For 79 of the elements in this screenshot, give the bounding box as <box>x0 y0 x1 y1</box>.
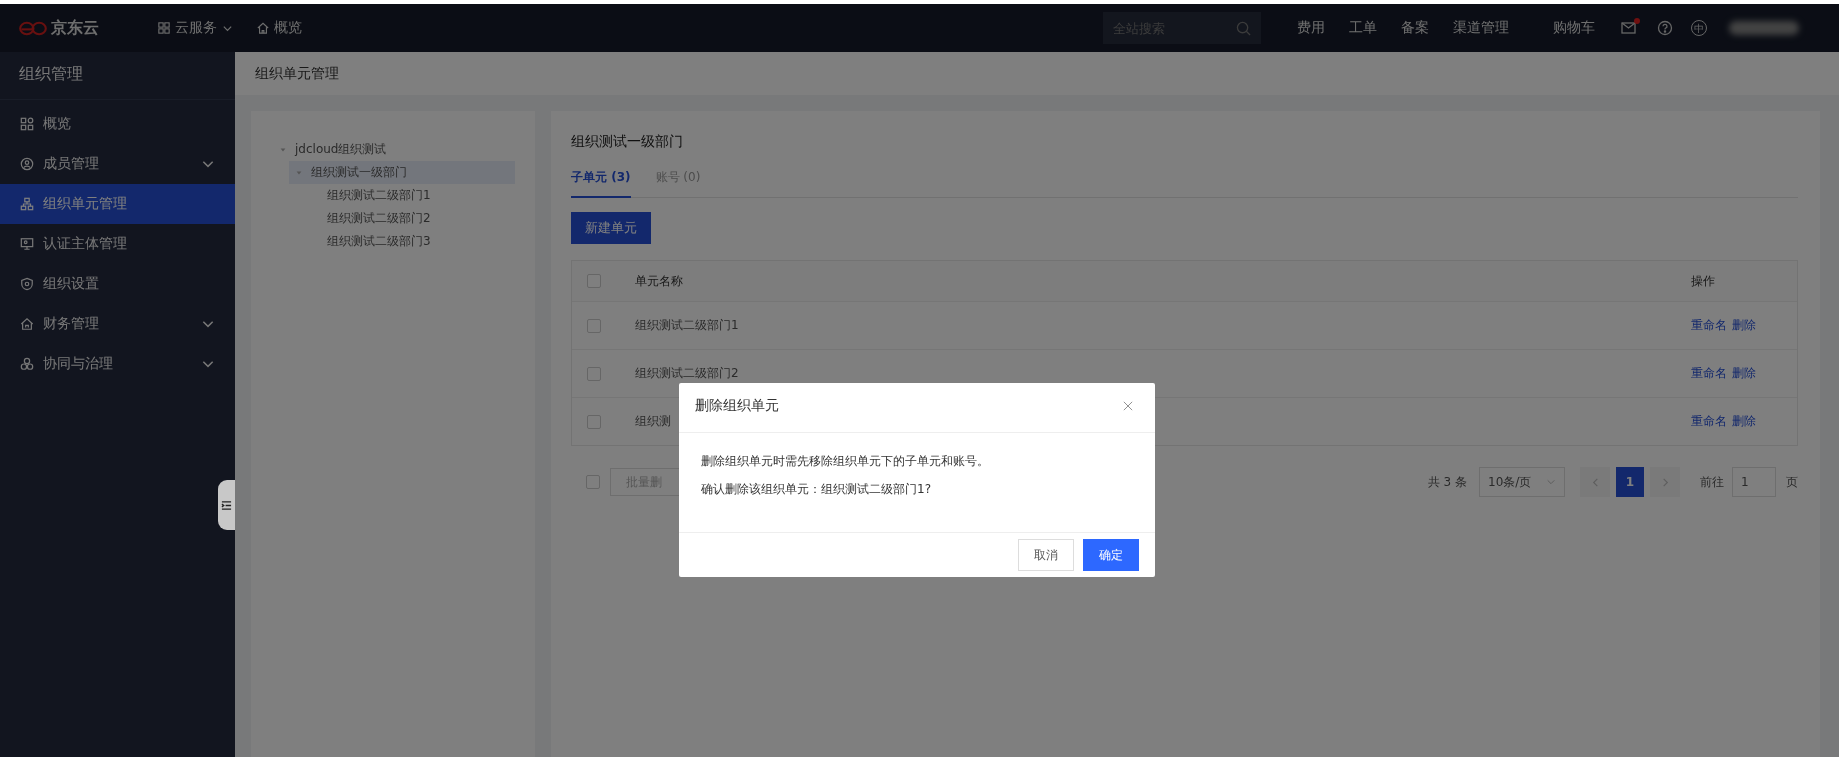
top-link[interactable]: 渠道管理 <box>1453 19 1509 37</box>
column-header: 操作 <box>1691 272 1716 290</box>
monitor-icon <box>20 237 34 251</box>
sidebar-label[interactable]: 组织设置 <box>43 275 215 293</box>
sidebar-item[interactable]: 成员管理 <box>0 144 235 184</box>
logo-icon <box>18 19 48 37</box>
goto-label: 前往 <box>1700 473 1724 491</box>
grid-icon[interactable] <box>158 22 170 34</box>
shield-icon <box>20 277 34 291</box>
sidebar-item[interactable]: 认证主体管理 <box>0 224 235 264</box>
unit-title: 组织测试一级部门 <box>571 133 684 151</box>
dashboard-icon <box>20 117 34 131</box>
top-link[interactable]: 备案 <box>1401 19 1429 37</box>
table-cell-text: 组织测 <box>635 413 672 430</box>
dialog-title: 删除组织单元 <box>695 396 779 415</box>
sidebar-label[interactable]: 财务管理 <box>43 315 192 333</box>
new-unit-button[interactable]: 新建单元 <box>571 212 651 244</box>
help-icon[interactable] <box>1657 20 1673 36</box>
tree-item[interactable]: 组织测试一级部门 <box>289 161 515 184</box>
sidebar-item[interactable]: 组织单元管理 <box>0 184 235 224</box>
language-button[interactable]: 中 <box>1691 20 1707 36</box>
top-link[interactable]: 费用 <box>1297 19 1325 37</box>
action-link[interactable]: 删除 <box>1732 413 1756 430</box>
action-link[interactable]: 删除 <box>1732 365 1756 382</box>
sidebar-label[interactable]: 概览 <box>43 115 215 133</box>
tree-item[interactable]: 组织测试二级部门3 <box>305 230 515 253</box>
total-count: 共 3 条 <box>1427 473 1467 491</box>
checkbox[interactable] <box>587 274 601 288</box>
sidebar-label[interactable]: 协同与治理 <box>43 355 192 373</box>
sidebar-item[interactable]: 组织设置 <box>0 264 235 304</box>
checkbox[interactable] <box>587 366 601 381</box>
home-icon[interactable] <box>257 22 269 34</box>
previous-page-button[interactable] <box>1580 467 1610 497</box>
sidebar-item[interactable]: 协同与治理 <box>0 344 235 384</box>
nav-link[interactable]: 云服务 <box>158 19 233 37</box>
close-icon[interactable] <box>1123 400 1133 411</box>
table-cell-text: 组织测试二级部门1 <box>635 317 740 334</box>
page-size-select[interactable]: 10条/页 <box>1479 467 1565 497</box>
caret-icon[interactable] <box>279 145 287 154</box>
page-button[interactable]: 1 <box>1616 467 1644 497</box>
house-icon <box>20 317 34 331</box>
page-input[interactable]: 1 <box>1732 467 1776 497</box>
dialog-message: 删除组织单元时需先移除组织单元下的子单元和账号。 <box>701 453 990 470</box>
blurred-username <box>1729 21 1799 35</box>
sidebar-label[interactable]: 认证主体管理 <box>43 235 215 253</box>
dialog-message: 确认删除该组织单元：组织测试二级部门1? <box>701 481 932 498</box>
checkbox[interactable] <box>586 475 600 489</box>
logo-text[interactable]: 京东云 <box>51 17 99 39</box>
page-suffix: 页 <box>1786 473 1798 491</box>
top-link[interactable]: 工单 <box>1349 19 1377 37</box>
action-link[interactable]: 重命名 <box>1691 365 1727 382</box>
sidebar-item[interactable]: 财务管理 <box>0 304 235 344</box>
page-title: 组织单元管理 <box>255 64 339 83</box>
tree-item[interactable]: 组织测试二级部门1 <box>305 184 515 207</box>
cancel-button[interactable]: 取消 <box>1018 539 1074 571</box>
nav-link[interactable]: 概览 <box>257 19 302 37</box>
search-icon[interactable] <box>1236 21 1251 36</box>
cluster-icon <box>20 357 34 371</box>
sidebar-item[interactable]: 概览 <box>0 104 235 144</box>
action-link[interactable]: 重命名 <box>1691 317 1727 334</box>
checkbox[interactable] <box>587 414 601 429</box>
caret-icon[interactable] <box>295 168 303 177</box>
tab[interactable]: 子单元 (3) <box>571 163 631 198</box>
table-cell-text: 组织测试二级部门2 <box>635 365 740 382</box>
column-header: 单元名称 <box>635 272 684 290</box>
tree-item[interactable]: 组织测试二级部门2 <box>305 207 515 230</box>
sidebar-label[interactable]: 成员管理 <box>43 155 192 173</box>
checkbox[interactable] <box>587 318 601 333</box>
action-link[interactable]: 重命名 <box>1691 413 1727 430</box>
next-page-button[interactable] <box>1650 467 1680 497</box>
hierarchy-icon <box>20 197 34 211</box>
tree-item[interactable]: jdcloud组织测试 <box>273 138 515 161</box>
sidebar-label[interactable]: 组织单元管理 <box>43 195 215 213</box>
top-link[interactable]: 购物车 <box>1553 19 1595 37</box>
mail-icon[interactable] <box>1621 21 1637 35</box>
user-circle-icon <box>20 157 34 171</box>
collapse-handle[interactable] <box>218 480 235 530</box>
action-link[interactable]: 删除 <box>1732 317 1756 334</box>
confirm-button[interactable]: 确定 <box>1083 539 1139 571</box>
